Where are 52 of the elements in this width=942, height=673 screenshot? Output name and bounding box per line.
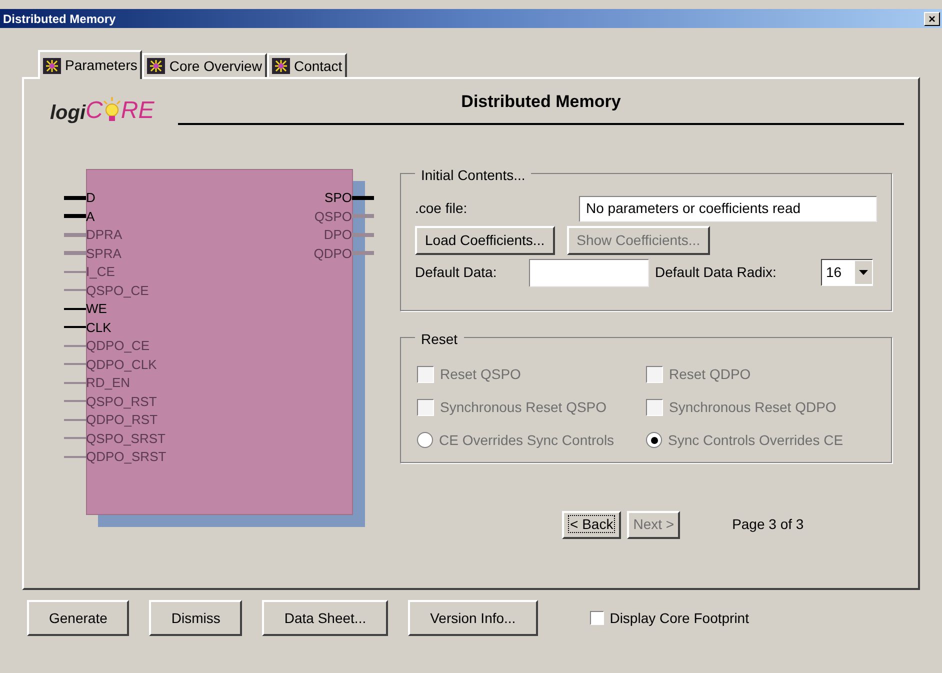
default-data-field[interactable] [529, 258, 649, 286]
pin-label: QDPO_RST [86, 413, 158, 426]
window-title: Distributed Memory [3, 10, 116, 28]
nav-button[interactable]: < Back [562, 510, 622, 538]
coe-file-field[interactable]: No parameters or coefficients read [579, 196, 877, 222]
pin-label: QDPO_CE [86, 339, 150, 352]
option-label: Synchronous Reset QSPO [440, 398, 607, 417]
pin-label: QDPO_CLK [86, 358, 157, 371]
footer-button[interactable]: Generate [27, 600, 130, 636]
pin-label: SPRA [86, 246, 122, 260]
pin-label: RD_EN [86, 376, 130, 390]
pin-label: A [86, 210, 95, 223]
pin-label: QDPO_SRST [86, 450, 166, 464]
pin-label: QSPO_RST [86, 394, 157, 408]
pin-label: SPO [324, 191, 352, 204]
pin-label: QSPO_CE [86, 284, 149, 297]
close-button[interactable]: × [924, 12, 940, 26]
footer-button[interactable]: Data Sheet... [262, 600, 388, 636]
footer-button[interactable]: Dismiss [149, 600, 242, 636]
option-label: Sync Controls Overrides CE [668, 430, 844, 450]
field-label: Default Data: [415, 263, 498, 282]
pin-label: I_CE [86, 265, 115, 278]
checkbox-label: Display Core Footprint [610, 608, 749, 628]
pin-label: DPRA [86, 228, 122, 242]
tab[interactable]: Contact [266, 53, 348, 77]
page-indicator: Page 3 of 3 [732, 515, 804, 534]
pin-label: QSPO_SRST [86, 432, 166, 445]
radix-dropdown[interactable]: 16 [821, 259, 873, 286]
starburst-icon [147, 58, 166, 74]
tab[interactable]: Parameters [38, 50, 142, 79]
pin-label: WE [86, 302, 107, 316]
option-label: Reset QDPO [669, 364, 751, 384]
pin-label: CLK [86, 320, 112, 334]
option-label: Synchronous Reset QDPO [669, 398, 836, 417]
tab[interactable]: Core Overview [142, 53, 267, 77]
option-label: CE Overrides Sync Controls [439, 430, 614, 450]
pin-label: DPO [324, 228, 352, 242]
light-bulb-icon [102, 96, 121, 122]
pin-label: D [86, 191, 96, 204]
field-label: .coe file: [415, 199, 468, 218]
pin-label: QSPO [314, 210, 352, 223]
starburst-icon [43, 58, 61, 74]
field-label: Default Data Radix: [655, 263, 778, 282]
checkbox[interactable] [590, 611, 604, 625]
caret-icon [855, 261, 872, 284]
option-label: Reset QSPO [440, 364, 521, 384]
logo: logiC RE [50, 96, 156, 122]
starburst-icon [272, 58, 290, 74]
footer-button[interactable]: Version Info... [408, 600, 538, 636]
panel-heading: Distributed Memory [461, 91, 621, 113]
coefficients-button[interactable]: Load Coefficients... [415, 226, 555, 254]
pin-label: QDPO [314, 246, 352, 260]
